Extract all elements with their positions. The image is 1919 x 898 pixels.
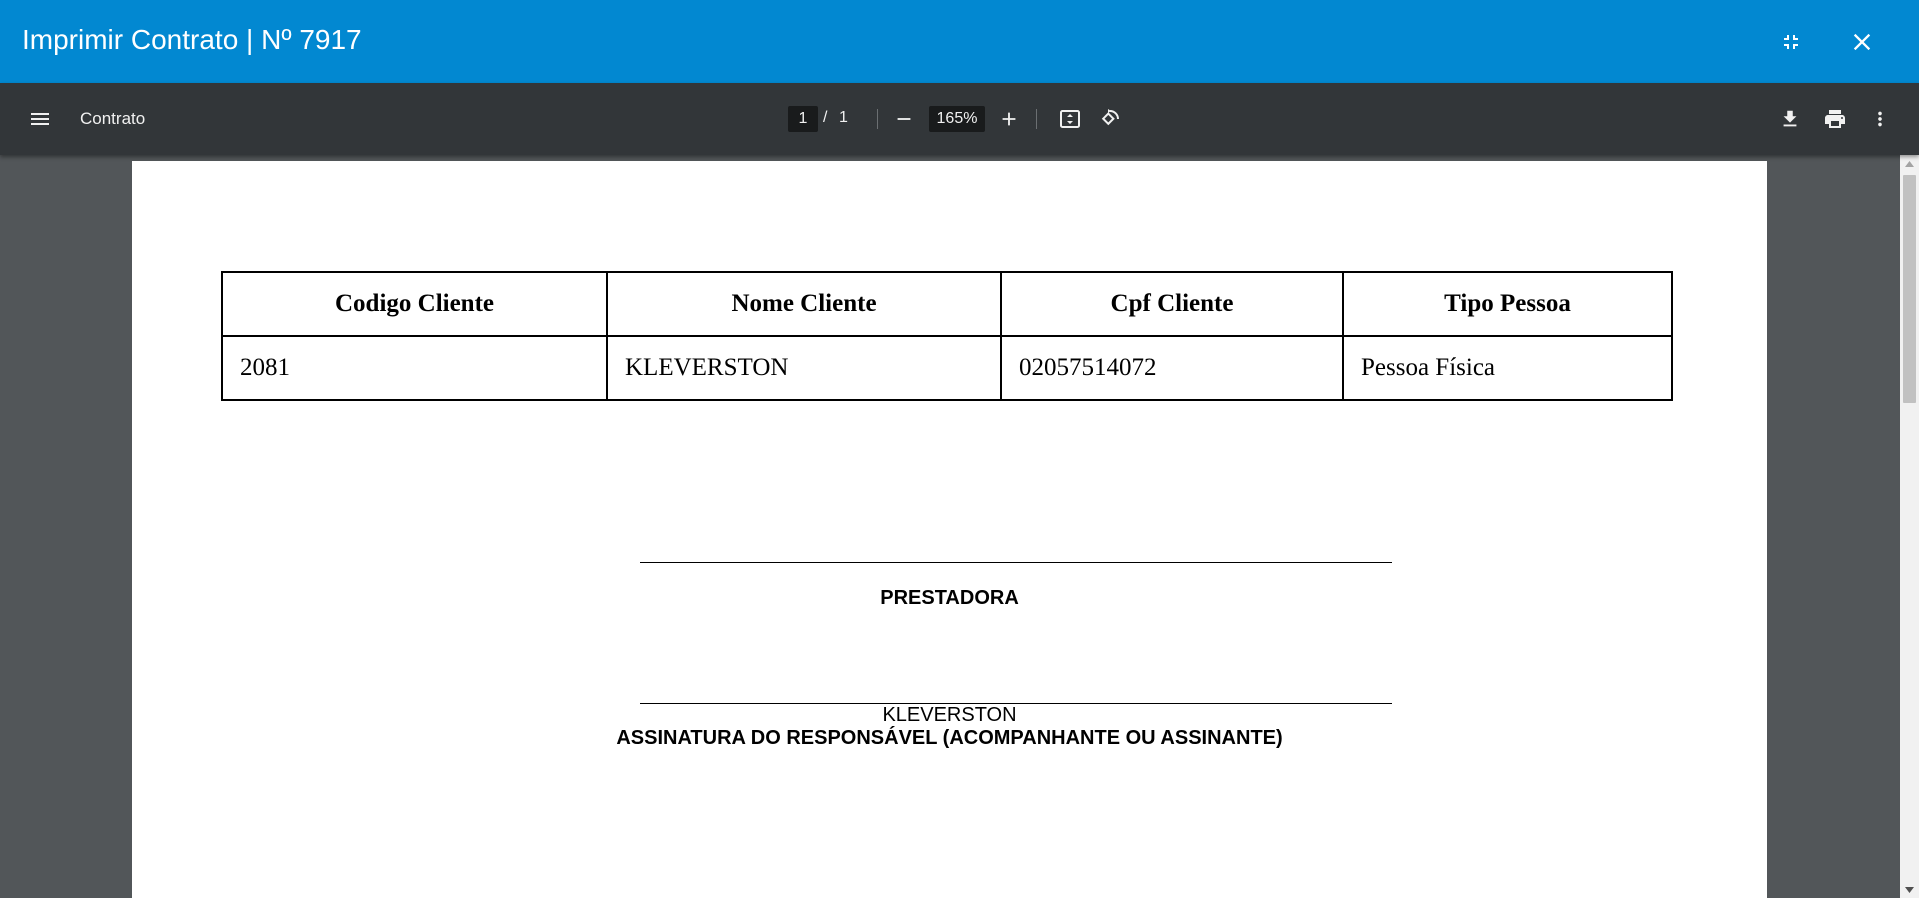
table-row: 2081 KLEVERSTON 02057514072 Pessoa Físic…: [221, 335, 1673, 401]
page-total: 1: [839, 109, 848, 126]
table-header: Cpf Cliente: [1000, 271, 1344, 337]
modal-title: Imprimir Contrato | Nº 7917: [22, 24, 362, 55]
print-icon: [1825, 110, 1845, 128]
scroll-up-button[interactable]: [1900, 155, 1919, 172]
signature-line-prestadora: [640, 562, 1392, 563]
zoom-input[interactable]: 165%: [929, 106, 985, 132]
arrow-down-icon: [1905, 886, 1914, 893]
modal-header: Imprimir Contrato | Nº 7917: [0, 0, 1919, 83]
arrow-up-icon: [1905, 160, 1914, 167]
rotate-icon: [1101, 109, 1119, 126]
fit-page-icon: [1060, 110, 1080, 128]
rotate-button[interactable]: [1092, 101, 1128, 137]
prestadora-label: PRESTADORA: [880, 587, 1019, 609]
toolbar-divider: [877, 109, 878, 129]
table-header: Codigo Cliente: [221, 271, 608, 337]
client-table: Codigo Cliente Nome Cliente Cpf Cliente …: [221, 271, 1673, 401]
more-options-button[interactable]: [1862, 101, 1898, 137]
more-icon: [1878, 111, 1882, 127]
scroll-thumb[interactable]: [1903, 175, 1916, 403]
scroll-down-button[interactable]: [1900, 881, 1919, 898]
toolbar-divider: [1036, 109, 1037, 129]
table-cell: 02057514072: [1000, 335, 1344, 401]
zoom-out-button[interactable]: [886, 101, 922, 137]
close-icon: [1853, 33, 1871, 51]
document-title: Contrato: [80, 109, 146, 128]
pdf-page: Codigo Cliente Nome Cliente Cpf Cliente …: [132, 161, 1767, 898]
page-number-input[interactable]: 1: [788, 106, 818, 132]
menu-icon: [31, 113, 49, 125]
table-header-row: Codigo Cliente Nome Cliente Cpf Cliente …: [221, 271, 1673, 337]
download-icon: [1783, 110, 1797, 127]
vertical-scrollbar[interactable]: [1900, 155, 1919, 898]
table-header: Tipo Pessoa: [1342, 271, 1673, 337]
page-separator: /: [823, 109, 828, 126]
table-cell: KLEVERSTON: [606, 335, 1002, 401]
close-button[interactable]: [1842, 22, 1882, 62]
zoom-in-button[interactable]: [991, 101, 1027, 137]
fit-page-button[interactable]: [1052, 101, 1088, 137]
collapse-button[interactable]: [1771, 22, 1811, 62]
menu-button[interactable]: [22, 101, 58, 137]
pdf-toolbar: Contrato 1 / 1 165%: [0, 83, 1919, 155]
print-button[interactable]: [1817, 101, 1853, 137]
table-cell: Pessoa Física: [1342, 335, 1673, 401]
zoom-in-icon: [1002, 112, 1016, 126]
pdf-viewer[interactable]: Codigo Cliente Nome Cliente Cpf Cliente …: [0, 155, 1900, 898]
responsavel-name: KLEVERSTON: [882, 704, 1017, 726]
collapse-icon: [1784, 35, 1798, 49]
download-button[interactable]: [1772, 101, 1808, 137]
responsavel-label: ASSINATURA DO RESPONSÁVEL (ACOMPANHANTE …: [616, 727, 1283, 749]
table-header: Nome Cliente: [606, 271, 1002, 337]
table-cell: 2081: [221, 335, 608, 401]
zoom-out-icon: [897, 118, 911, 120]
